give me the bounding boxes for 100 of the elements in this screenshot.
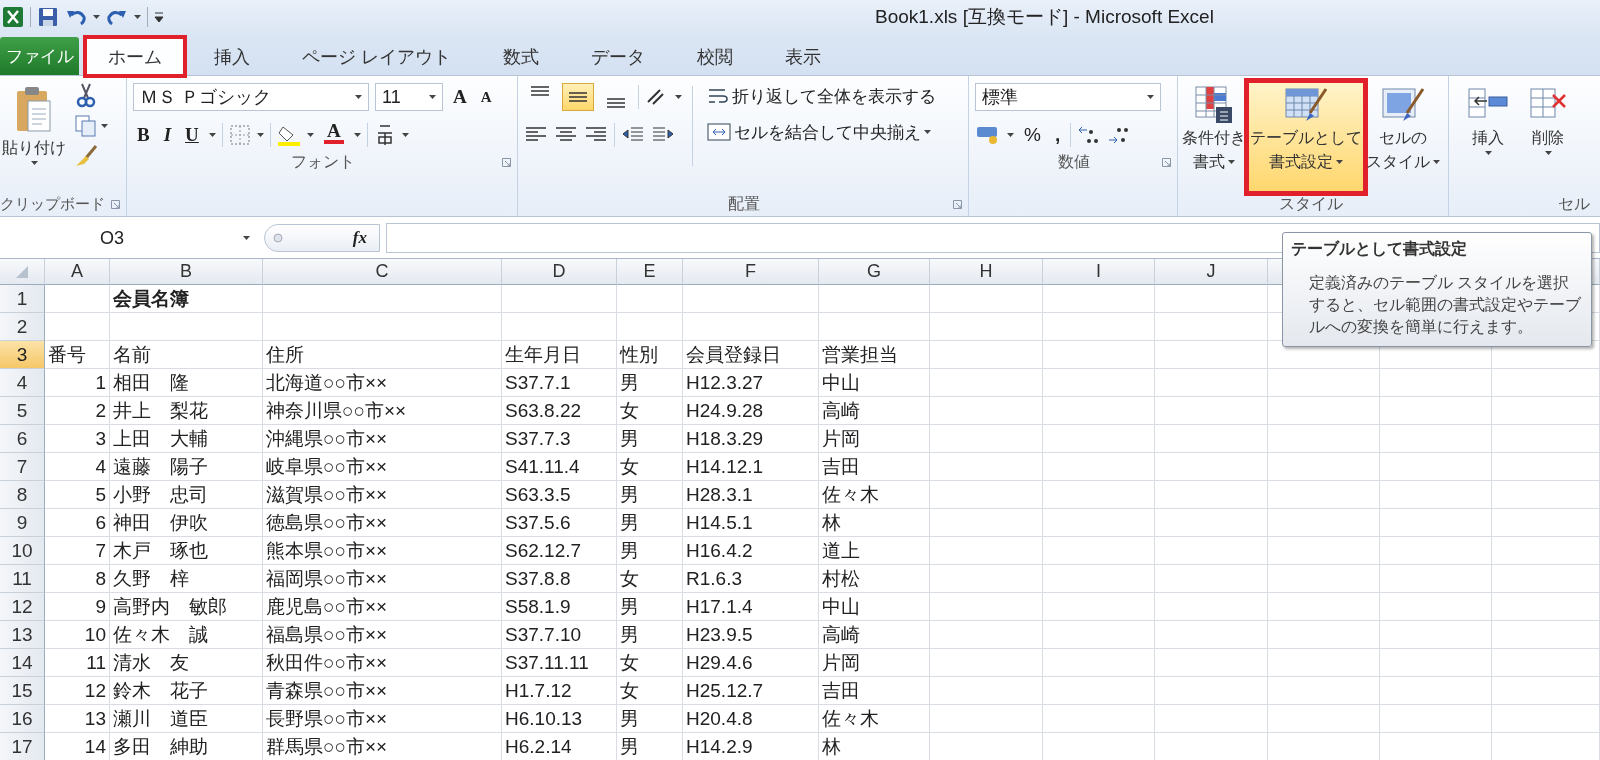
row-header[interactable]: 12 <box>0 593 45 621</box>
row-header[interactable]: 13 <box>0 621 45 649</box>
dialog-launcher-icon[interactable] <box>502 158 511 167</box>
file-tab[interactable]: ファイル <box>0 37 79 75</box>
empty-cell[interactable] <box>1268 425 1380 453</box>
empty-cell[interactable] <box>930 649 1043 677</box>
empty-cell[interactable] <box>502 285 617 313</box>
empty-cell[interactable] <box>1155 369 1268 397</box>
empty-cell[interactable] <box>1268 621 1380 649</box>
bold-button[interactable]: B <box>133 121 154 149</box>
dialog-launcher-icon[interactable] <box>953 200 962 209</box>
empty-cell[interactable] <box>930 593 1043 621</box>
empty-cell[interactable] <box>1380 677 1492 705</box>
empty-cell[interactable] <box>1380 705 1492 733</box>
merge-center-button[interactable]: セルを結合して中央揃え <box>703 118 940 146</box>
empty-cell[interactable] <box>930 537 1043 565</box>
empty-cell[interactable] <box>1492 397 1600 425</box>
empty-cell[interactable] <box>617 313 683 341</box>
ribbon-tab[interactable]: 挿入 <box>191 37 273 75</box>
empty-cell[interactable] <box>1380 621 1492 649</box>
comma-button[interactable]: , <box>1050 121 1065 149</box>
empty-cell[interactable] <box>1492 369 1600 397</box>
font-color-button[interactable]: A <box>319 121 348 149</box>
empty-cell[interactable] <box>1380 649 1492 677</box>
empty-cell[interactable] <box>819 313 930 341</box>
empty-cell[interactable] <box>1492 425 1600 453</box>
paste-button[interactable]: 貼り付け <box>0 82 68 192</box>
row-header[interactable]: 14 <box>0 649 45 677</box>
empty-cell[interactable] <box>1492 705 1600 733</box>
empty-cell[interactable] <box>1155 481 1268 509</box>
column-header[interactable]: C <box>263 259 502 285</box>
row-header[interactable]: 1 <box>0 285 45 313</box>
empty-cell[interactable] <box>1380 397 1492 425</box>
save-icon[interactable] <box>37 6 59 28</box>
empty-cell[interactable] <box>930 397 1043 425</box>
empty-cell[interactable] <box>1155 537 1268 565</box>
wrap-text-button[interactable]: 折り返して全体を表示する <box>703 82 940 110</box>
row-header[interactable]: 5 <box>0 397 45 425</box>
row-header[interactable]: 3 <box>0 341 45 369</box>
column-header[interactable]: B <box>110 259 263 285</box>
empty-cell[interactable] <box>1492 649 1600 677</box>
font-name-field[interactable]: ＭＳ Ｐゴシック <box>133 83 369 111</box>
row-header[interactable]: 8 <box>0 481 45 509</box>
cells-button[interactable]: 削除 <box>1525 82 1571 192</box>
empty-cell[interactable] <box>1043 425 1155 453</box>
number-format-field[interactable]: 標準 <box>975 83 1161 111</box>
column-header[interactable]: H <box>930 259 1043 285</box>
ribbon-tab[interactable]: ページ レイアウト <box>279 37 474 75</box>
empty-cell[interactable] <box>1043 677 1155 705</box>
empty-cell[interactable] <box>502 313 617 341</box>
empty-cell[interactable] <box>1043 565 1155 593</box>
empty-cell[interactable] <box>1268 705 1380 733</box>
empty-cell[interactable] <box>1155 509 1268 537</box>
empty-cell[interactable] <box>1492 453 1600 481</box>
empty-cell[interactable] <box>1155 593 1268 621</box>
empty-cell[interactable] <box>930 341 1043 369</box>
empty-cell[interactable] <box>1268 649 1380 677</box>
empty-cell[interactable] <box>930 509 1043 537</box>
empty-cell[interactable] <box>110 313 263 341</box>
column-header[interactable]: D <box>502 259 617 285</box>
customize-menu-icon[interactable] <box>154 11 164 23</box>
empty-cell[interactable] <box>930 705 1043 733</box>
border-icon[interactable] <box>228 124 251 146</box>
empty-cell[interactable] <box>1043 285 1155 313</box>
empty-cell[interactable] <box>1155 285 1268 313</box>
empty-cell[interactable] <box>263 285 502 313</box>
empty-cell[interactable] <box>263 313 502 341</box>
empty-cell[interactable] <box>1155 425 1268 453</box>
row-header[interactable]: 2 <box>0 313 45 341</box>
empty-cell[interactable] <box>1043 313 1155 341</box>
underline-button[interactable]: U <box>181 121 203 149</box>
empty-cell[interactable] <box>930 453 1043 481</box>
empty-cell[interactable] <box>930 481 1043 509</box>
column-header[interactable]: I <box>1043 259 1155 285</box>
empty-cell[interactable] <box>1155 677 1268 705</box>
empty-cell[interactable] <box>1380 537 1492 565</box>
empty-cell[interactable] <box>1043 621 1155 649</box>
empty-cell[interactable] <box>1043 705 1155 733</box>
format-painter-icon[interactable] <box>74 144 98 168</box>
excel-logo-icon[interactable] <box>2 6 24 28</box>
ribbon-tab[interactable]: 表示 <box>762 37 844 75</box>
empty-cell[interactable] <box>1043 397 1155 425</box>
empty-cell[interactable] <box>1043 341 1155 369</box>
row-header[interactable]: 17 <box>0 733 45 760</box>
insert-function-button[interactable]: fx <box>348 224 371 252</box>
empty-cell[interactable] <box>930 313 1043 341</box>
empty-cell[interactable] <box>683 285 819 313</box>
empty-cell[interactable] <box>1268 677 1380 705</box>
empty-cell[interactable] <box>1155 397 1268 425</box>
copy-icon[interactable] <box>74 114 98 138</box>
empty-cell[interactable] <box>930 425 1043 453</box>
empty-cell[interactable] <box>1043 481 1155 509</box>
empty-cell[interactable] <box>1268 509 1380 537</box>
ribbon-tab[interactable]: 校閲 <box>674 37 756 75</box>
empty-cell[interactable] <box>1268 453 1380 481</box>
empty-cell[interactable] <box>1043 509 1155 537</box>
percent-button[interactable]: % <box>1020 121 1045 149</box>
empty-cell[interactable] <box>1380 481 1492 509</box>
empty-cell[interactable] <box>1380 509 1492 537</box>
empty-cell[interactable] <box>819 285 930 313</box>
